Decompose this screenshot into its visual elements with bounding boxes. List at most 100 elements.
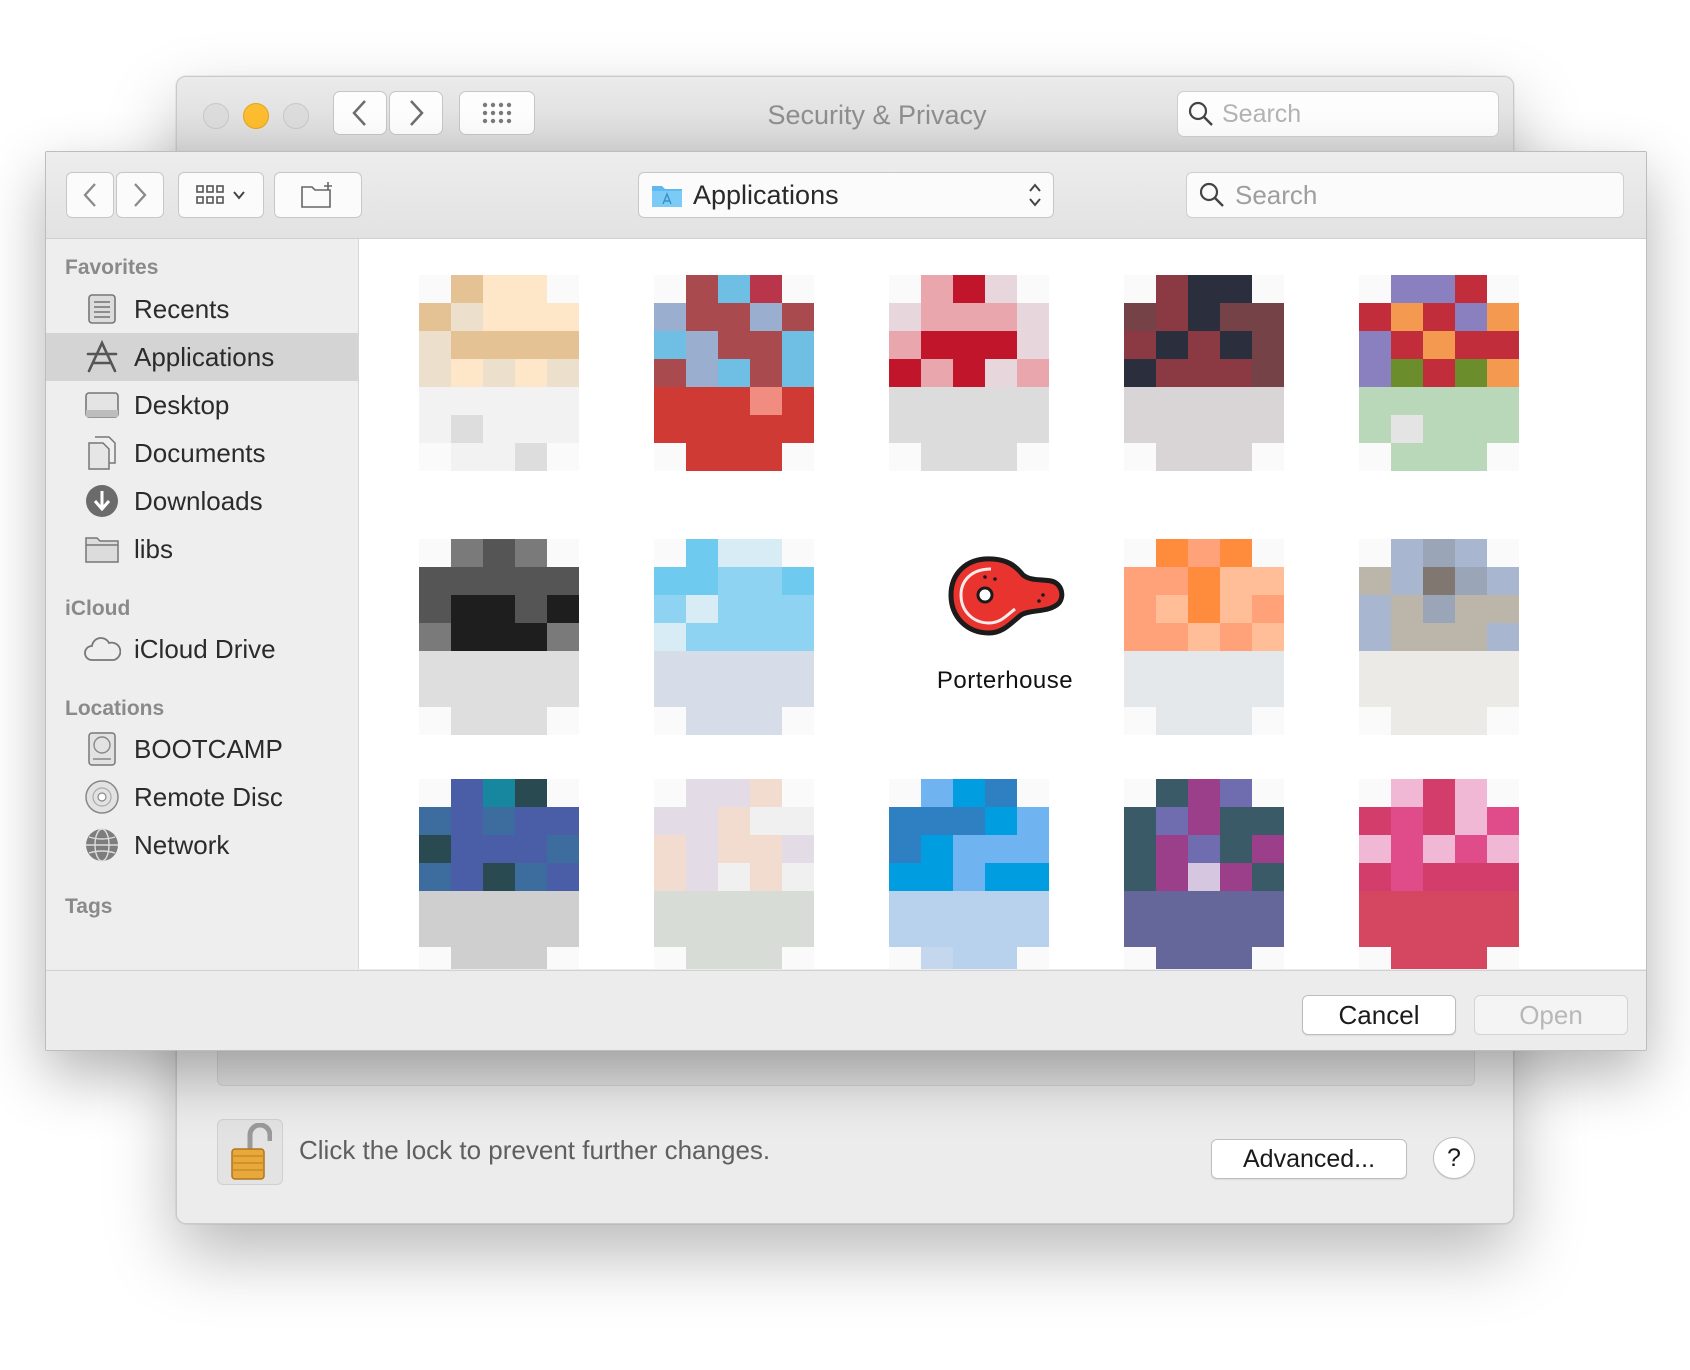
- mosaic-pixel: [451, 303, 483, 331]
- minimize-window-button[interactable]: [243, 103, 269, 129]
- obscured-app-item[interactable]: [889, 779, 1049, 969]
- obscured-app-item[interactable]: [419, 539, 579, 739]
- cancel-button[interactable]: Cancel: [1302, 995, 1456, 1035]
- mosaic-pixel: [750, 359, 782, 387]
- sidebar-item-network[interactable]: Network: [46, 821, 358, 869]
- mosaic-pixel: [1359, 779, 1391, 807]
- mosaic-pixel: [547, 679, 579, 707]
- close-window-button[interactable]: [203, 103, 229, 129]
- obscured-app-item[interactable]: [419, 779, 579, 969]
- mosaic-pixel: [483, 275, 515, 303]
- mosaic-pixel: [1188, 539, 1220, 567]
- mosaic-pixel: [1359, 359, 1391, 387]
- sidebar-item-bootcamp[interactable]: BOOTCAMP: [46, 725, 358, 773]
- lock-button[interactable]: [217, 1119, 283, 1185]
- mosaic-pixel: [985, 919, 1017, 947]
- mosaic-pixel: [1124, 443, 1156, 471]
- dialog-back-button[interactable]: [66, 172, 114, 218]
- obscured-app-item[interactable]: [889, 275, 1049, 475]
- mosaic-pixel: [1423, 891, 1455, 919]
- search-field[interactable]: Search: [1177, 91, 1499, 137]
- obscured-app-item[interactable]: [1124, 539, 1284, 739]
- sidebar-item-remote-disc[interactable]: Remote Disc: [46, 773, 358, 821]
- mosaic-pixel: [1423, 679, 1455, 707]
- mosaic-pixel: [547, 707, 579, 735]
- mosaic-pixel: [1455, 595, 1487, 623]
- location-popup[interactable]: Applications: [638, 172, 1054, 218]
- sidebar-item-label: Documents: [134, 437, 266, 468]
- mosaic-pixel: [782, 443, 814, 471]
- obscured-app-item[interactable]: [1124, 275, 1284, 475]
- sidebar-item-recents[interactable]: Recents: [46, 285, 358, 333]
- mosaic-pixel: [419, 331, 451, 359]
- new-folder-button[interactable]: [274, 172, 362, 218]
- chevron-right-icon: [410, 100, 424, 126]
- back-button[interactable]: [333, 91, 387, 135]
- mosaic-pixel: [750, 623, 782, 651]
- mosaic-pixel: [419, 835, 451, 863]
- mosaic-pixel: [985, 779, 1017, 807]
- mosaic-pixel: [1252, 679, 1284, 707]
- zoom-window-button[interactable]: [283, 103, 309, 129]
- mosaic-pixel: [1359, 891, 1391, 919]
- mosaic-pixel: [1359, 415, 1391, 443]
- dialog-forward-button[interactable]: [116, 172, 164, 218]
- advanced-button[interactable]: Advanced...: [1211, 1139, 1407, 1179]
- mosaic-pixel: [1252, 275, 1284, 303]
- help-button[interactable]: ?: [1433, 1137, 1475, 1179]
- mosaic-pixel: [1391, 919, 1423, 947]
- obscured-app-item[interactable]: [1359, 275, 1519, 475]
- obscured-app-item[interactable]: [1124, 779, 1284, 969]
- mosaic-pixel: [1359, 567, 1391, 595]
- mosaic-pixel: [1017, 443, 1049, 471]
- mosaic-pixel: [547, 443, 579, 471]
- mosaic-pixel: [1391, 679, 1423, 707]
- forward-button[interactable]: [389, 91, 443, 135]
- mosaic-pixel: [889, 891, 921, 919]
- mosaic-pixel: [782, 807, 814, 835]
- mosaic-pixel: [782, 707, 814, 735]
- dialog-search-field[interactable]: Search: [1186, 172, 1624, 218]
- mosaic-pixel: [1017, 415, 1049, 443]
- mosaic-pixel: [1423, 415, 1455, 443]
- mosaic-pixel: [1252, 807, 1284, 835]
- sidebar-item-downloads[interactable]: Downloads: [46, 477, 358, 525]
- mosaic-pixel: [1188, 835, 1220, 863]
- mosaic-pixel: [921, 947, 953, 969]
- obscured-app-item[interactable]: [654, 779, 814, 969]
- mosaic-pixel: [921, 807, 953, 835]
- mosaic-pixel: [1423, 651, 1455, 679]
- app-item-porterhouse[interactable]: Porterhouse: [885, 545, 1125, 725]
- sidebar-item-desktop[interactable]: Desktop: [46, 381, 358, 429]
- mosaic-pixel: [985, 443, 1017, 471]
- obscured-app-item[interactable]: [419, 275, 579, 475]
- sidebar-item-applications[interactable]: Applications: [46, 333, 358, 381]
- obscured-app-item[interactable]: [1359, 539, 1519, 739]
- obscured-app-item[interactable]: [654, 275, 814, 475]
- mosaic-pixel: [1252, 779, 1284, 807]
- mosaic-pixel: [889, 387, 921, 415]
- mosaic-pixel: [515, 891, 547, 919]
- obscured-app-item[interactable]: [1359, 779, 1519, 969]
- mosaic-pixel: [1423, 623, 1455, 651]
- mosaic-pixel: [1220, 443, 1252, 471]
- view-options-button[interactable]: [178, 172, 264, 218]
- mosaic-pixel: [654, 623, 686, 651]
- obscured-app-item[interactable]: [654, 539, 814, 739]
- sidebar-item-documents[interactable]: Documents: [46, 429, 358, 477]
- mosaic-pixel: [953, 891, 985, 919]
- mosaic-pixel: [483, 387, 515, 415]
- mosaic-pixel: [1017, 835, 1049, 863]
- mosaic-pixel: [889, 779, 921, 807]
- mosaic-pixel: [419, 707, 451, 735]
- tags-header: Tags: [65, 895, 113, 918]
- desktop-icon: [82, 385, 122, 425]
- mosaic-pixel: [1124, 779, 1156, 807]
- mosaic-pixel: [654, 443, 686, 471]
- sidebar-item-icloud-drive[interactable]: iCloud Drive: [46, 625, 358, 673]
- open-button[interactable]: Open: [1474, 995, 1628, 1035]
- sidebar-item-libs[interactable]: libs: [46, 525, 358, 573]
- mosaic-pixel: [1252, 331, 1284, 359]
- mosaic-pixel: [451, 539, 483, 567]
- show-all-button[interactable]: [459, 91, 535, 135]
